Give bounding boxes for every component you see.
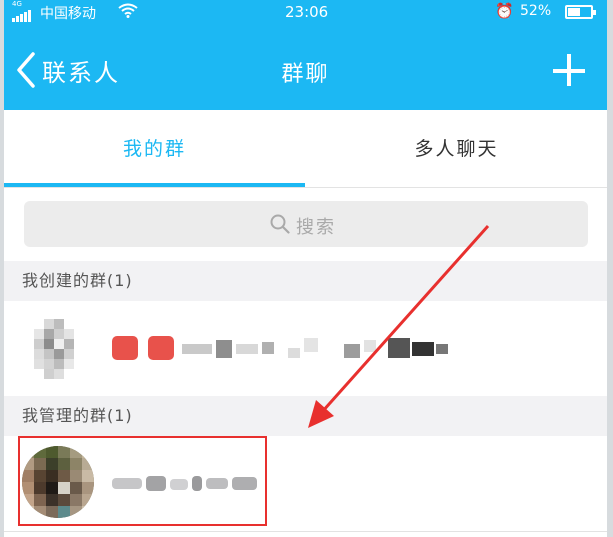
phone-screen: 4G 中国移动 23:06 ⏰ 52% 联系人 群聊 我的群 多人聊天 搜索 我… [4,0,607,537]
annotation-arrow-icon [308,225,490,428]
right-frame-edge [607,0,613,537]
